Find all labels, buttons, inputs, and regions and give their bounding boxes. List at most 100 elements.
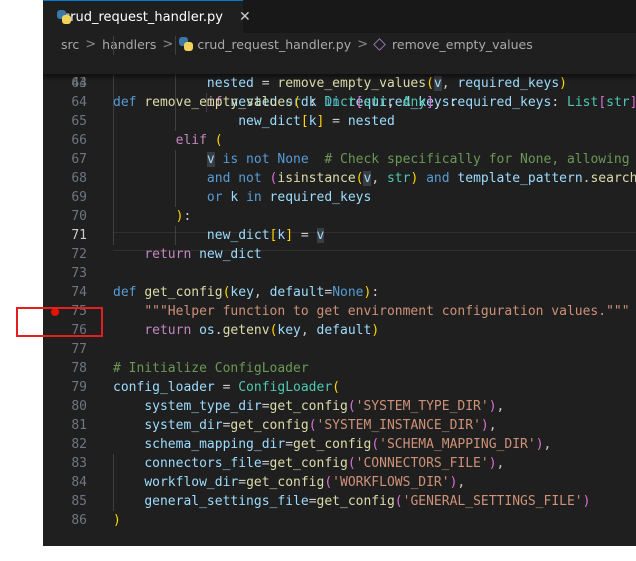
code-token: return [144,323,200,338]
code-token: = [332,114,348,129]
code-token: ) [371,323,380,338]
code-line[interactable]: 63 nested = remove_empty_values(v, requi… [43,74,636,93]
code-token: get_config [246,475,325,490]
code-token: default [269,285,325,300]
code-token: ] [316,114,333,129]
code-token: and [426,171,458,186]
breadcrumb-src[interactable]: src [61,37,79,52]
code-token: ( [214,133,223,148]
code-editor[interactable]: crud_request_handler.py ✕ src > handlers… [43,0,636,546]
line-code: # Initialize ConfigLoader [113,359,309,378]
code-line[interactable]: 74 def get_config(key, default=None): [43,283,636,302]
code-token: or [206,190,231,205]
code-token: Any [402,95,427,110]
line-code: ) [113,511,121,530]
code-token: 'SYSTEM_INSTANCE_DIR' [316,418,481,433]
code-token: , [457,475,466,490]
code-token: ) [410,171,427,186]
code-line[interactable]: 66 elif ( [43,131,636,150]
line-number: 86 [71,513,87,528]
code-token: v [433,76,442,91]
line-code: new_dict[k] = v [113,226,325,245]
tab-crud-request-handler[interactable]: crud_request_handler.py ✕ [43,0,251,33]
code-token: nested [347,114,395,129]
code-token: str [363,95,387,110]
code-token: = [222,380,239,395]
code-token: [ [300,114,309,129]
code-line[interactable]: 75 """Helper function to get environment… [43,302,636,321]
code-line[interactable]: 71 new_dict[k] = v [43,226,636,245]
line-number: 74 [71,285,87,300]
code-token: ( [394,494,403,509]
code-line[interactable]: 83 connectors_file=get_config('CONNECTOR… [43,454,636,473]
code-token: connectors_file [144,456,262,471]
code-token: [ [598,95,607,110]
line-number: 68 [71,171,87,186]
sticky-line[interactable]: 44 def remove_empty_values(d: Dict[str, … [43,55,636,110]
code-token: template_pattern [457,171,583,186]
code-line[interactable]: 70 ): [43,207,636,226]
code-line[interactable]: 79 config_loader = ConfigLoader( [43,378,636,397]
breadcrumb-symbol[interactable]: remove_empty_values [392,37,533,52]
code-token: = [238,475,247,490]
python-file-icon [179,37,194,51]
code-line[interactable]: 84 workflow_dir=get_config('WORKFLOWS_DI… [43,473,636,492]
code-token: get_config [230,418,309,433]
code-token: nested [113,76,262,91]
code-token: get_config [144,285,223,300]
code-token: key [230,285,254,300]
breadcrumb-handlers[interactable]: handlers [102,37,156,52]
code-token: is not [214,152,278,167]
code-token: required_keys [457,76,560,91]
line-number: 82 [71,437,87,452]
line-number: 66 [71,133,87,148]
line-code: """Helper function to get environment co… [113,302,629,321]
code-line[interactable]: 65 new_dict[k] = nested [43,112,636,131]
code-line[interactable]: 85 general_settings_file=get_config('GEN… [43,492,636,511]
line-number: 71 [71,228,87,243]
code-token: ) [535,437,544,452]
code-token: None [277,152,309,167]
breadcrumb-file[interactable]: crud_request_handler.py [197,37,351,52]
code-token: elif [175,133,215,148]
sticky-code: def remove_empty_values(d: Dict[str, Any… [113,93,636,112]
code-token: ConfigLoader [238,380,333,395]
close-icon[interactable]: ✕ [239,9,251,25]
code-line[interactable]: 72 return new_dict [43,245,636,264]
code-line[interactable]: 73 [43,264,636,283]
line-code: system_type_dir=get_config('SYSTEM_TYPE_… [113,397,504,416]
line-code: workflow_dir=get_config('WORKFLOWS_DIR')… [113,473,465,492]
code-token: = [300,228,317,243]
code-token: : [371,285,380,300]
code-line[interactable]: 77 [43,340,636,359]
code-token: . [214,323,223,338]
code-line[interactable]: 81 system_dir=get_config('SYSTEM_INSTANC… [43,416,636,435]
code-token: ) [559,76,567,91]
code-line[interactable]: 68 and not (isinstance(v, str) and templ… [43,169,636,188]
line-code: def get_config(key, default=None): [113,283,379,302]
code-token: : [551,95,567,110]
code-token: default [316,323,372,338]
sticky-scroll-header[interactable]: 44 def remove_empty_values(d: Dict[str, … [43,55,636,110]
code-token: , [441,76,458,91]
code-line[interactable]: 82 schema_mapping_dir=get_config('SCHEMA… [43,435,636,454]
code-token: get_config [316,494,395,509]
method-symbol-icon [373,37,386,51]
code-line[interactable]: 69 or k in required_keys [43,188,636,207]
code-line[interactable]: 67 v is not None # Check specifically fo… [43,150,636,169]
code-line[interactable]: 76 return os.getenv(key, default) [43,321,636,340]
code-line[interactable]: 86) [43,511,636,530]
tab-bar: crud_request_handler.py ✕ [43,0,636,33]
line-number: 77 [71,342,87,357]
indent-guide [113,454,114,511]
code-line[interactable]: 80 system_type_dir=get_config('SYSTEM_TY… [43,397,636,416]
code-token: system_type_dir [144,399,262,414]
code-line[interactable]: 78 # Initialize ConfigLoader [43,359,636,378]
